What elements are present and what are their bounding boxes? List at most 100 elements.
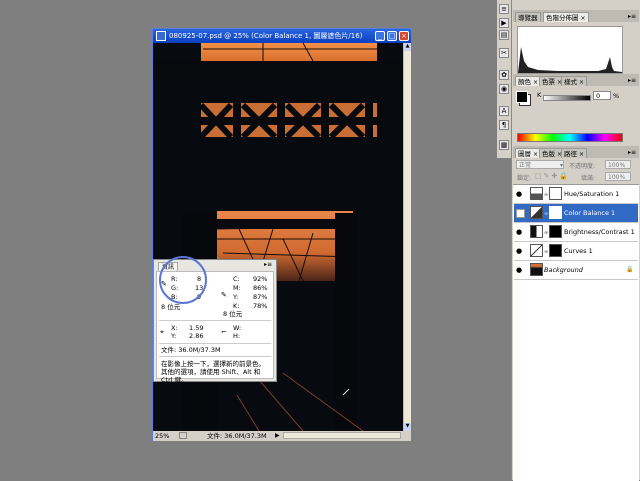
foreground-color-swatch[interactable]	[516, 91, 528, 103]
layer-name: Color Balance 1	[564, 209, 616, 217]
panel-menu-icon[interactable]: ▸≡	[628, 13, 636, 20]
layer-name: Brightness/Contrast 1	[564, 228, 635, 236]
history-icon[interactable]: ≡	[499, 4, 509, 14]
layer-mask-thumbnail[interactable]	[549, 187, 562, 200]
document-title-bar[interactable]: 080925-07.psd @ 25% (Color Balance 1, 圖層…	[153, 29, 411, 43]
close-tab-icon: ×	[579, 79, 585, 86]
k-value: 78%	[253, 302, 268, 310]
close-tab-icon: ×	[579, 151, 585, 158]
tab-styles[interactable]: 樣式 ×	[561, 76, 588, 86]
document-status-bar: 25% 文件: 36.0M/37.3M ▶	[153, 431, 411, 441]
layer-comps-icon[interactable]: ▤	[499, 30, 509, 40]
chevron-down-icon: ▾	[559, 162, 563, 169]
layer-row[interactable]: ● ∞ Hue/Saturation 1	[514, 185, 638, 204]
actions-icon[interactable]: ▶	[499, 18, 509, 28]
fill-label: 填滿:	[581, 175, 596, 182]
visibility-off-box[interactable]	[516, 209, 525, 218]
annotation-circle	[159, 256, 207, 304]
layer-mask-thumbnail[interactable]	[549, 225, 562, 238]
adjustment-thumbnail-icon	[530, 206, 543, 219]
adjustment-thumbnail-icon	[530, 244, 543, 257]
clone-source-icon[interactable]: ◉	[499, 84, 509, 94]
panel-menu-icon[interactable]: ▸≡	[628, 149, 636, 156]
vertical-scrollbar[interactable]: ▲ ▼	[403, 43, 411, 431]
opacity-input[interactable]: 100%	[605, 160, 631, 169]
color-panel: 顏色 × 色票 × 樣式 × ▸≡ K 0 %	[513, 74, 639, 146]
k-value-input[interactable]: 0	[593, 91, 611, 100]
fill-input[interactable]: 100%	[605, 172, 631, 181]
k-unit: %	[613, 92, 620, 100]
document-title: 080925-07.psd @ 25% (Color Balance 1, 圖層…	[169, 32, 363, 40]
lock-icons[interactable]: □✎✚🔒	[535, 172, 570, 180]
y-coord-label: Y:	[171, 332, 177, 340]
c-label: C:	[233, 275, 240, 283]
eye-icon[interactable]: ●	[516, 247, 525, 255]
histogram-graph	[517, 26, 623, 74]
blend-mode-select[interactable]: 正常 ▾	[516, 160, 564, 169]
lock-icon: 🔒	[626, 266, 634, 273]
close-button[interactable]: ×	[399, 31, 409, 41]
eye-icon[interactable]: ●	[516, 266, 525, 274]
scroll-up-arrow-icon[interactable]: ▲	[404, 43, 411, 51]
maximize-button[interactable]: □	[387, 31, 397, 41]
chain-link-icon[interactable]: ∞	[544, 230, 548, 236]
layer-mask-thumbnail[interactable]	[549, 206, 562, 219]
watermark: #268943	[580, 463, 627, 474]
layer-name: Hue/Saturation 1	[564, 190, 620, 198]
tab-color[interactable]: 顏色 ×	[515, 76, 542, 86]
divider	[159, 343, 271, 344]
close-tab-icon: ×	[580, 15, 586, 22]
layer-row[interactable]: ● ∞ Brightness/Contrast 1	[514, 223, 638, 242]
layer-row[interactable]: ● Background 🔒	[514, 261, 638, 280]
layers-tabs: 圖層 × 色版 × 路徑 × ▸≡	[513, 146, 639, 158]
layer-name: Curves 1	[564, 247, 593, 255]
brushes-icon[interactable]: ✿	[499, 70, 509, 80]
color-spectrum-ramp[interactable]	[517, 133, 623, 142]
status-menu-icon[interactable]	[179, 432, 187, 439]
tool-presets-icon[interactable]: ✂	[499, 48, 509, 58]
paragraph-icon[interactable]: ¶	[499, 120, 509, 130]
tab-navigator[interactable]: 導覽器	[515, 12, 541, 22]
close-tab-icon: ×	[533, 79, 539, 86]
zoom-level[interactable]: 25%	[155, 431, 169, 441]
horizontal-scrollbar[interactable]	[283, 432, 401, 439]
x-value: 1.59	[189, 324, 204, 332]
layer-mask-thumbnail[interactable]	[549, 244, 562, 257]
info-hint-text: 在影像上按一下，選擇新的前景色。其他的選項，請使用 Shift、Alt 和 Ct…	[161, 360, 265, 384]
chain-link-icon[interactable]: ∞	[544, 211, 548, 217]
k-slider-label: K	[537, 91, 542, 99]
minimize-button[interactable]: _	[375, 31, 385, 41]
cmyk-eyedropper-icon: ✎	[221, 291, 227, 299]
tab-paths[interactable]: 路徑 ×	[561, 148, 588, 158]
layers-panel: 圖層 × 色版 × 路徑 × ▸≡ 正常 ▾ 不透明度: 100% 鎖定: □✎✚🔒 填…	[513, 146, 639, 481]
crosshair-icon: ⌖	[160, 328, 164, 336]
eye-icon[interactable]: ●	[516, 228, 525, 236]
character-icon[interactable]: A	[499, 106, 509, 116]
status-arrow-icon[interactable]: ▶	[275, 431, 280, 441]
x-label: X:	[171, 324, 178, 332]
tab-histogram[interactable]: 色階分佈圖 ×	[543, 12, 589, 22]
layer-name: Background	[544, 266, 583, 274]
y-coord-value: 2.86	[189, 332, 204, 340]
info-icon[interactable]: ▦	[499, 140, 509, 150]
tab-layers[interactable]: 圖層 ×	[515, 148, 542, 158]
layer-row-selected[interactable]: ∞ Color Balance 1	[514, 204, 638, 223]
layer-row[interactable]: ● ∞ Curves 1	[514, 242, 638, 261]
selection-size-icon: ⌐	[221, 328, 227, 336]
adjustment-thumbnail-icon	[530, 225, 543, 238]
divider	[159, 320, 271, 321]
y-label: Y:	[233, 293, 239, 301]
panel-menu-icon[interactable]: ▸≡	[628, 77, 636, 84]
chain-link-icon[interactable]: ∞	[544, 192, 548, 198]
bits-left: 8 位元	[161, 303, 181, 311]
m-label: M:	[233, 284, 241, 292]
photoshop-document-icon	[156, 31, 166, 41]
document-size: 文件: 36.0M/37.3M	[207, 432, 267, 440]
k-slider[interactable]	[543, 95, 591, 101]
layers-list: ● ∞ Hue/Saturation 1 ∞ Color Balance 1 ●…	[513, 184, 639, 481]
color-tabs: 顏色 × 色票 × 樣式 × ▸≡	[513, 74, 639, 86]
scroll-down-arrow-icon[interactable]: ▼	[404, 423, 411, 431]
eye-icon[interactable]: ●	[516, 190, 525, 198]
panel-menu-icon[interactable]: ▸≡	[264, 261, 272, 268]
chain-link-icon[interactable]: ∞	[544, 249, 548, 255]
